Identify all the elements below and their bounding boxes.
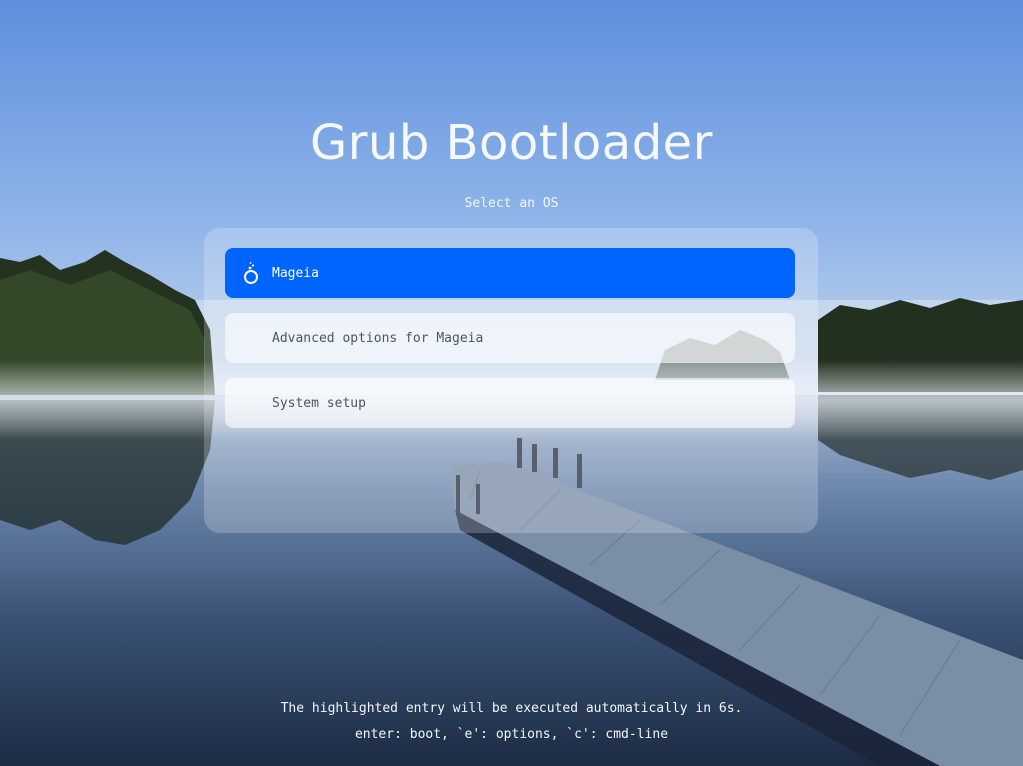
- boot-entry-system-setup[interactable]: System setup: [225, 378, 795, 428]
- mageia-logo-icon: [242, 261, 260, 285]
- keyboard-help: enter: boot, `e': options, `c': cmd-line: [354, 727, 669, 742]
- boot-entry-label: Advanced options for Mageia: [272, 330, 484, 346]
- boot-entry-label: Mageia: [272, 265, 319, 281]
- page-subtitle: Select an OS: [464, 196, 559, 211]
- boot-entry-label: System setup: [272, 395, 366, 411]
- page-title: Grub Bootloader: [310, 115, 713, 171]
- countdown-message: The highlighted entry will be executed a…: [280, 701, 743, 716]
- boot-entry-advanced-options[interactable]: Advanced options for Mageia: [225, 313, 795, 363]
- boot-entry-mageia[interactable]: Mageia: [225, 248, 795, 298]
